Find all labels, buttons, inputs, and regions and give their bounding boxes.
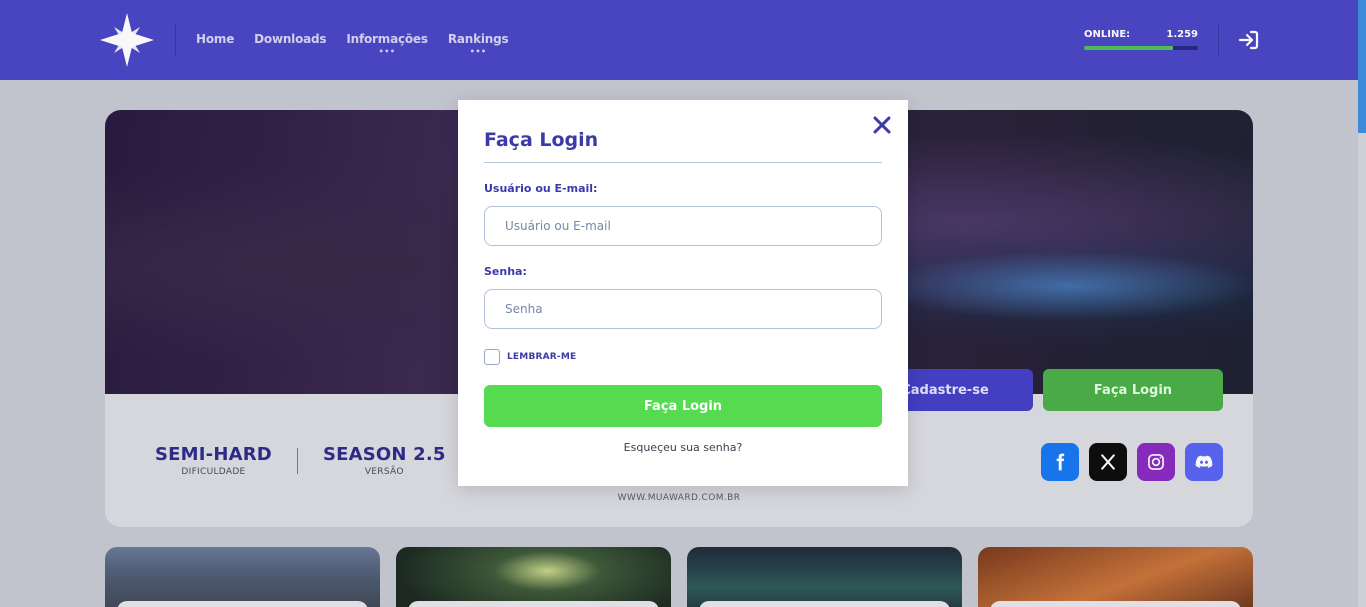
scrollbar-thumb[interactable] [1358,0,1366,133]
close-icon[interactable] [871,114,893,136]
password-label: Senha: [484,265,527,278]
news-card[interactable] [105,547,380,607]
nav-informacoes-label: Informações [346,32,428,46]
page-scrollbar[interactable] [1358,0,1366,607]
header-divider [1218,24,1219,56]
news-card-caption [990,601,1241,607]
online-label: ONLINE: [1084,29,1131,40]
remember-label: LEMBRAR-ME [507,352,577,362]
discord-button[interactable] [1185,443,1223,481]
news-card-caption [117,601,368,607]
nav-home[interactable]: Home [196,32,234,46]
stat-label: DIFICULDADE [181,467,246,477]
stat-label: VERSÃO [364,467,404,477]
stat-value: SEMI-HARD [155,444,272,465]
nav-downloads-label: Downloads [254,32,327,46]
news-thumbnails [105,547,1253,607]
password-input[interactable] [484,289,882,329]
nav-divider [175,24,176,56]
modal-divider [484,162,882,163]
stat-value: SEASON 2.5 [322,444,446,465]
online-count: 1.259 [1166,29,1198,40]
sign-in-icon[interactable] [1237,28,1261,52]
facebook-icon [1056,453,1065,471]
nav-informacoes[interactable]: Informações ••• [346,32,428,56]
social-links [1041,443,1223,481]
username-label: Usuário ou E-mail: [484,182,598,195]
nav-home-label: Home [196,32,235,46]
nav-rankings[interactable]: Rankings ••• [447,32,509,56]
remember-me[interactable]: LEMBRAR-ME [484,349,576,365]
login-submit-button[interactable]: Faça Login [484,385,882,427]
online-counter: ONLINE: 1.259 [1084,29,1198,50]
stat-difficulty: SEMI-HARD DIFICULDADE [155,444,297,477]
forgot-password-link[interactable]: Esqueçeu sua senha? [458,441,908,454]
news-card-caption [408,601,659,607]
submenu-dots-icon: ••• [469,47,487,56]
news-card[interactable] [396,547,671,607]
site-url: WWW.MUAWARD.COM.BR [617,493,741,503]
main-nav: Home Downloads Informações ••• Rankings ••… [196,32,509,56]
login-modal: Faça Login Usuário ou E-mail: Senha: LEM… [458,100,908,486]
username-input[interactable] [484,206,882,246]
modal-title: Faça Login [484,129,599,151]
discord-icon [1195,455,1213,468]
news-card[interactable] [978,547,1253,607]
instagram-icon [1148,454,1164,470]
top-header: Home Downloads Informações ••• Rankings ••… [0,0,1358,80]
news-card[interactable] [687,547,962,607]
remember-checkbox[interactable] [484,349,500,365]
nav-downloads[interactable]: Downloads [254,32,326,46]
hero-login-button[interactable]: Faça Login [1043,369,1223,411]
online-progress-bar [1084,46,1198,50]
facebook-button[interactable] [1041,443,1079,481]
submenu-dots-icon: ••• [378,47,396,56]
x-icon [1101,454,1115,470]
nav-rankings-label: Rankings [447,32,509,46]
x-button[interactable] [1089,443,1127,481]
instagram-button[interactable] [1137,443,1175,481]
server-stats: SEMI-HARD DIFICULDADE SEASON 2.5 VERSÃO [155,444,472,477]
logo-star-icon[interactable] [100,13,154,67]
online-progress-fill [1084,46,1173,50]
news-card-caption [699,601,950,607]
stat-version: SEASON 2.5 VERSÃO [298,444,471,477]
